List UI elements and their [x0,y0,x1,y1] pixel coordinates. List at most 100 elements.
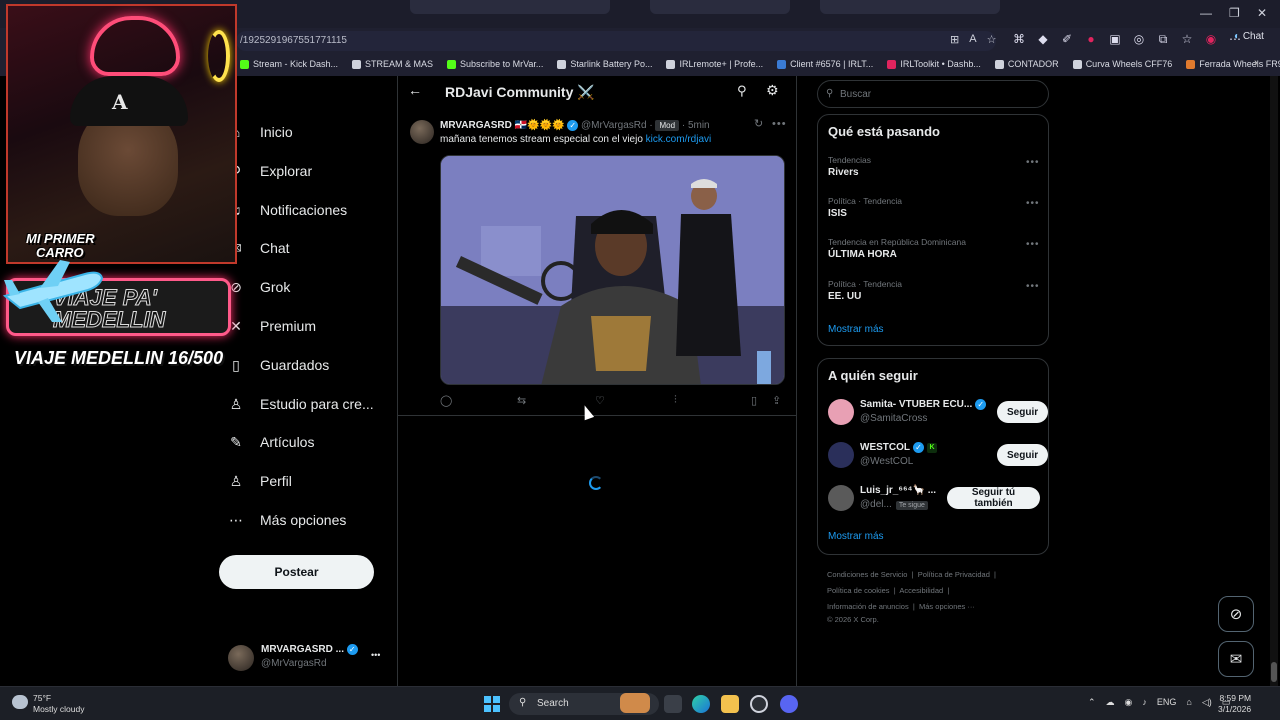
gear-icon[interactable]: ⚙ [766,82,779,99]
grok-button[interactable]: ⊘ [1218,596,1254,632]
chevron-up-icon[interactable]: ⌃ [1088,697,1096,708]
sidebar-item-perfil[interactable]: ♙ Perfil [228,473,292,490]
follow-suggestion[interactable]: Samita- VTUBER ECU... ✓ @SamitaCross Seguir [828,397,1049,427]
footer-link[interactable]: Accesibilidad [899,586,943,595]
post-button[interactable]: Postear [219,555,374,589]
bookmark-icon[interactable]: ▯ [751,394,757,407]
shield-icon[interactable]: ◉ [1125,697,1133,708]
bookmark-item[interactable]: IRLremote+ | Profe... [666,55,763,73]
avatar[interactable] [828,485,854,511]
sidebar-item-más-opciones[interactable]: ⋯ Más opciones [228,512,346,529]
trend-name[interactable]: ISIS [828,208,847,219]
follow-suggestion[interactable]: WESTCOL ✓ K @WestCOL Seguir [828,440,1049,470]
chevron-right-icon[interactable]: › [1254,57,1258,69]
sidebar-item-explorar[interactable]: ⚲Explorar [228,163,312,180]
extension-icon[interactable]: ⌘ [1012,32,1026,47]
avatar[interactable] [828,442,854,468]
language-indicator[interactable]: ENG [1157,697,1177,708]
clock[interactable]: 8:59 PM 3/1/2026 [1218,693,1251,715]
address-bar[interactable]: /1925291967551771115 [236,31,996,51]
footer-link[interactable]: Política de Privacidad [918,570,990,579]
footer-link[interactable]: Más opciones ··· [919,602,975,611]
extension-icon[interactable]: ✐ [1060,32,1074,47]
task-view-icon[interactable] [664,695,682,713]
repost-icon[interactable]: ⇆ [517,394,526,407]
browser-tab[interactable] [410,0,610,14]
follow-name[interactable]: Samita- VTUBER ECU... [860,399,972,410]
footer-link[interactable]: Condiciones de Servicio [827,570,907,579]
bookmark-item[interactable]: Client #6576 | IRLT... [777,55,873,73]
bookmark-item[interactable]: Subscribe to MrVar... [447,55,543,73]
trends-show-more[interactable]: Mostrar más [828,324,884,335]
follow-button[interactable]: Seguir [997,401,1049,423]
footer-link[interactable]: Política de cookies [827,586,890,595]
scrollbar[interactable] [1270,76,1278,686]
back-arrow-icon[interactable]: ← [408,82,422,98]
cloud-sync-icon[interactable]: ☁ [1106,697,1115,708]
bookmark-item[interactable]: Ferrada Wheels FR9 [1186,55,1280,73]
microphone-icon[interactable]: ♪ [1142,697,1147,708]
bookmark-item[interactable]: STREAM & MAS [352,55,433,73]
windows-start-icon[interactable] [484,696,500,712]
sidebar-item-guardados[interactable]: ▯ Guardados [228,357,329,374]
messages-button[interactable]: ✉ [1218,641,1254,677]
sidebar-item-premium[interactable]: ✕ Premium [228,318,316,335]
views-icon[interactable]: ⫶ [674,394,677,407]
footer-link[interactable]: Información de anuncios [827,602,909,611]
search-input[interactable]: ⚲ Buscar [817,80,1049,108]
post-author-name[interactable]: MRVARGASRD 🇩🇴🌞🌞🌞 [440,120,564,131]
bookmark-item[interactable]: Stream - Kick Dash... [240,55,338,73]
post-time[interactable]: 5min [688,120,710,131]
follow-name[interactable]: Luis_jr_⁶⁶⁴🦙 ... [860,485,936,496]
app-grid-icon[interactable]: ⊞ [950,33,959,46]
extension-icon[interactable]: ▣ [1108,32,1122,47]
more-icon[interactable]: ••• [1026,239,1040,250]
profile-icon[interactable]: ◉ [1204,32,1218,47]
post[interactable]: MRVARGASRD 🇩🇴🌞🌞🌞 ✓ @MrVargasRd · Mod · 5… [398,112,796,416]
extension-icon[interactable]: ● [1084,32,1098,47]
trend-name[interactable]: Rivers [828,167,859,178]
sidebar-item-notificaciones[interactable]: ♫Notificaciones [228,202,347,218]
favorites-icon[interactable]: ☆ [1180,32,1194,47]
more-icon[interactable]: ••• [772,118,787,130]
trend-name[interactable]: EE. UU [828,291,861,302]
sidebar-item-estudio-para-cre-[interactable]: ♙ Estudio para cre... [228,396,374,413]
more-icon[interactable]: ••• [1026,281,1040,292]
close-icon[interactable]: ✕ [1257,6,1267,20]
scrollbar-thumb[interactable] [1271,662,1277,682]
follow-show-more[interactable]: Mostrar más [828,531,884,542]
follow-name[interactable]: WESTCOL [860,442,910,453]
read-aloud-icon[interactable]: A [969,33,976,46]
minimize-icon[interactable]: — [1200,6,1212,20]
reply-icon[interactable]: ◯ [440,394,452,407]
volume-icon[interactable]: ◁) [1202,697,1212,708]
refresh-icon[interactable]: ↻ [754,117,763,130]
widget-icon[interactable] [620,693,650,713]
account-more-icon[interactable]: ••• [371,650,380,660]
browser-tab[interactable] [650,0,790,14]
browser-tab[interactable] [820,0,1000,14]
bookmark-item[interactable]: CONTADOR [994,55,1059,73]
share-icon[interactable]: ⇪ [772,394,781,407]
file-explorer-icon[interactable] [721,695,739,713]
post-author-handle[interactable]: @MrVargasRd [581,120,647,131]
sidebar-item-artículos[interactable]: ✎ Artículos [228,434,314,451]
follow-button[interactable]: Seguir tú también [947,487,1040,509]
like-icon[interactable]: ♡ [595,394,605,407]
edge-icon[interactable] [692,695,710,713]
weather-widget[interactable]: 75°F Mostly cloudy [12,693,85,715]
follow-button[interactable]: Seguir [997,444,1049,466]
extension-icon[interactable]: ◎ [1132,32,1146,47]
bookmark-item[interactable]: IRLToolkit • Dashb... [887,55,981,73]
avatar[interactable] [828,399,854,425]
more-icon[interactable]: ••• [1026,198,1040,209]
more-icon[interactable]: ••• [1026,157,1040,168]
restore-icon[interactable]: ❐ [1229,6,1240,20]
extension-icon[interactable]: ⧉ [1156,32,1170,47]
favorite-star-icon[interactable]: ☆ [987,33,997,46]
bookmark-item[interactable]: Starlink Battery Po... [557,55,652,73]
post-media[interactable] [440,155,785,385]
copilot-chat-button[interactable]: ◐ Chat [1234,31,1264,42]
bookmark-item[interactable]: Curva Wheels CFF76 [1072,55,1172,73]
post-link[interactable]: kick.com/rdjavi [646,134,712,145]
